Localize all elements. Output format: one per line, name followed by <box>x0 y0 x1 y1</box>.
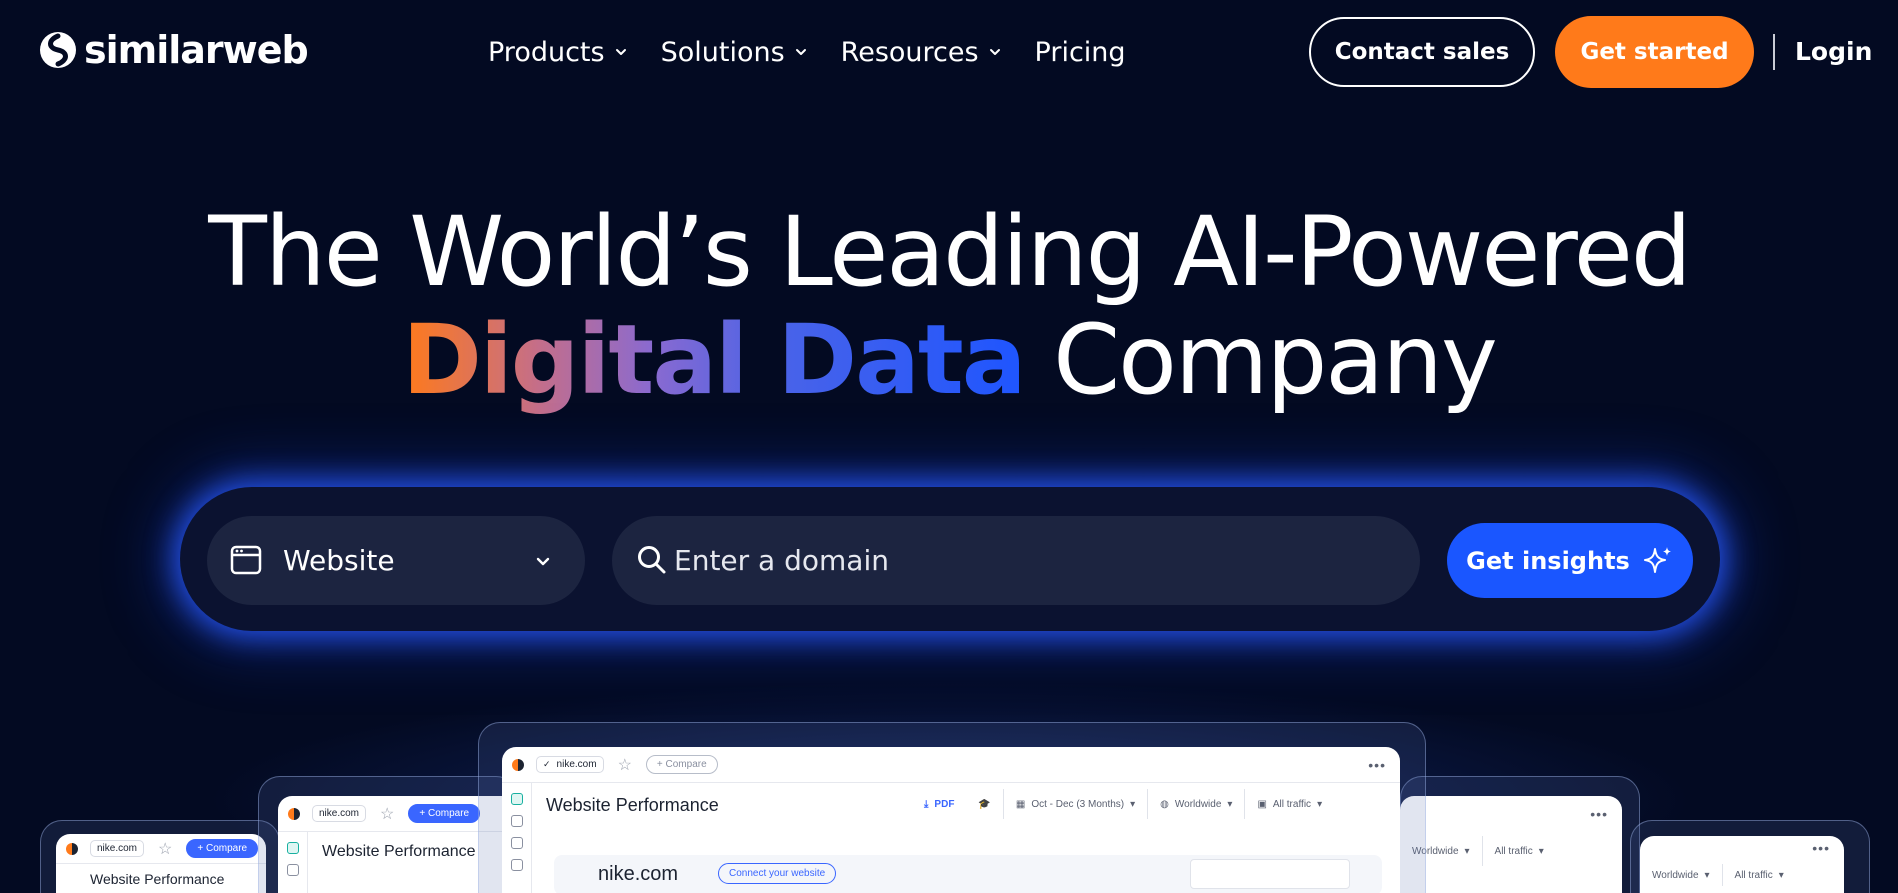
nav-item-label: Resources <box>840 36 979 68</box>
nav-item-label: Pricing <box>1034 36 1126 68</box>
login-link[interactable]: Login <box>1795 34 1872 70</box>
home-icon[interactable] <box>510 815 523 827</box>
compare-button[interactable]: + Compare <box>408 804 481 823</box>
nav-item-products[interactable]: Products <box>488 32 627 72</box>
card-toolbar: ⤓ PDF 🎓 ▦ Oct - Dec (3 Months) ▾ ◍ Worldwi… <box>912 789 1334 819</box>
connect-website-button[interactable]: Connect your website <box>718 863 837 884</box>
logo-mark-icon <box>288 807 300 820</box>
site-chip[interactable]: ✓ nike.com <box>536 756 604 773</box>
chevron-down-icon <box>536 557 550 566</box>
site-chip[interactable]: nike.com <box>312 805 367 822</box>
hero-headline-line2: Digital Data Company <box>0 306 1898 414</box>
search-icon <box>638 546 666 574</box>
grid-icon[interactable] <box>510 837 523 849</box>
chevron-down-icon <box>615 49 626 55</box>
site-chip[interactable]: nike.com <box>90 840 145 857</box>
traffic-select[interactable]: ▣ All traffic ▾ <box>1244 789 1334 819</box>
contact-sales-button[interactable]: Contact sales <box>1309 17 1535 87</box>
more-dots-icon[interactable]: ••• <box>1812 840 1830 856</box>
ai-icon[interactable] <box>510 793 523 805</box>
brand-logo[interactable]: similarweb <box>38 28 309 72</box>
preview-card-left-far: nike.com ☆ + Compare Website Performance <box>56 834 266 893</box>
logo-mark-icon <box>66 842 78 855</box>
site-heading: nike.com <box>598 863 679 885</box>
card-toolbar: Worldwide ▾ All traffic ▾ <box>1640 864 1796 886</box>
browser-window-icon <box>230 545 262 575</box>
get-insights-button[interactable]: Get insights <box>1447 523 1693 598</box>
date-range-select[interactable]: ▦ Oct - Dec (3 Months) ▾ <box>1002 789 1147 819</box>
nike-swoosh-icon: ✓ <box>543 759 551 769</box>
ai-icon[interactable] <box>286 842 299 854</box>
nav-item-resources[interactable]: Resources <box>841 32 1001 72</box>
side-rail <box>278 832 308 893</box>
preview-card-main: ✓ nike.com ☆ + Compare ••• Website Perfo… <box>502 747 1400 893</box>
pdf-button[interactable]: ⤓ PDF <box>912 789 966 819</box>
globe-icon: ◍ <box>1160 798 1169 810</box>
preview-card-right: ••• Worldwide ▾ All traffic ▾ <box>1400 796 1622 893</box>
site-summary-panel: nike.com Connect your website <box>554 855 1382 893</box>
logo-mark-icon <box>512 758 524 771</box>
nav-item-label: Products <box>488 36 605 68</box>
compare-button[interactable]: + Compare <box>186 839 259 858</box>
preview-card-right-far: ••• Worldwide ▾ All traffic ▾ <box>1640 836 1844 893</box>
card-title: Website Performance <box>90 871 225 887</box>
sparkle-icon <box>1643 546 1671 573</box>
chevron-down-icon <box>795 49 806 55</box>
region-select[interactable]: ◍ Worldwide ▾ <box>1147 789 1244 819</box>
main-menu: Products Solutions Resources Pricing <box>488 32 1160 72</box>
thumbnail-preview <box>1190 859 1350 889</box>
star-icon[interactable]: ☆ <box>158 839 172 859</box>
traffic-select[interactable]: All traffic ▾ <box>1721 864 1796 886</box>
more-dots-icon[interactable]: ••• <box>1590 806 1608 822</box>
nav-item-pricing[interactable]: Pricing <box>1035 32 1126 72</box>
nav-item-solutions[interactable]: Solutions <box>661 32 807 72</box>
home-icon[interactable] <box>286 864 299 876</box>
nav-divider <box>1773 34 1775 70</box>
devices-icon: ▣ <box>1257 798 1267 810</box>
domain-input[interactable] <box>674 516 1374 605</box>
star-icon[interactable]: ☆ <box>380 804 394 824</box>
domain-field <box>612 516 1420 605</box>
traffic-select[interactable]: All traffic ▾ <box>1481 836 1556 866</box>
trend-icon[interactable] <box>510 859 523 871</box>
hero-headline-line1: The World’s Leading AI-Powered <box>208 196 1692 308</box>
chevron-down-icon <box>989 49 1000 55</box>
get-started-button[interactable]: Get started <box>1555 16 1754 88</box>
star-icon[interactable]: ☆ <box>618 755 632 775</box>
calendar-icon: ▦ <box>1015 798 1026 810</box>
side-rail <box>502 783 532 893</box>
logo-mark-icon <box>40 32 76 68</box>
more-dots-icon[interactable]: ••• <box>1368 757 1386 773</box>
search-type-select[interactable]: Website <box>207 516 585 605</box>
hero-highlight: Digital Data <box>402 304 1026 416</box>
nav-item-label: Solutions <box>660 36 785 68</box>
compare-button[interactable]: + Compare <box>645 755 718 774</box>
region-select[interactable]: Worldwide ▾ <box>1640 864 1722 886</box>
top-navigation: similarweb Products Solutions Resources … <box>0 0 1898 104</box>
learn-icon[interactable]: 🎓 <box>966 789 1002 819</box>
get-insights-label: Get insights <box>1466 546 1630 575</box>
hero-headline-rest: Company <box>1053 304 1498 416</box>
search-type-value: Website <box>283 544 395 577</box>
brand-name: similarweb <box>84 28 309 72</box>
